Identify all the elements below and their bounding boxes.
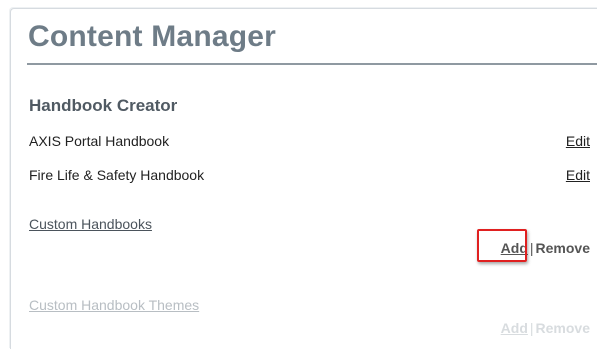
custom-handbook-themes-link[interactable]: Custom Handbook Themes <box>29 297 199 313</box>
add-handbook-theme-button[interactable]: Add <box>501 320 528 336</box>
section-heading-handbook-creator: Handbook Creator <box>29 96 178 115</box>
remove-custom-handbook-button[interactable]: Remove <box>536 240 590 256</box>
custom-handbooks-link[interactable]: Custom Handbooks <box>29 216 152 232</box>
handbook-label-fire-life-safety: Fire Life & Safety Handbook <box>29 167 205 183</box>
custom-handbooks-actions: Add | Remove <box>501 240 590 256</box>
add-custom-handbook-button[interactable]: Add <box>501 240 528 256</box>
custom-handbook-themes-actions: Add | Remove <box>501 320 590 336</box>
edit-link-axis-portal[interactable]: Edit <box>566 133 590 149</box>
page-title: Content Manager <box>28 20 277 53</box>
handbook-label-axis-portal: AXIS Portal Handbook <box>29 133 170 149</box>
edit-link-fire-life-safety[interactable]: Edit <box>566 167 590 183</box>
remove-handbook-theme-button[interactable]: Remove <box>536 320 590 336</box>
action-separator: | <box>529 240 534 256</box>
title-divider <box>27 63 597 65</box>
action-separator: | <box>529 320 534 336</box>
